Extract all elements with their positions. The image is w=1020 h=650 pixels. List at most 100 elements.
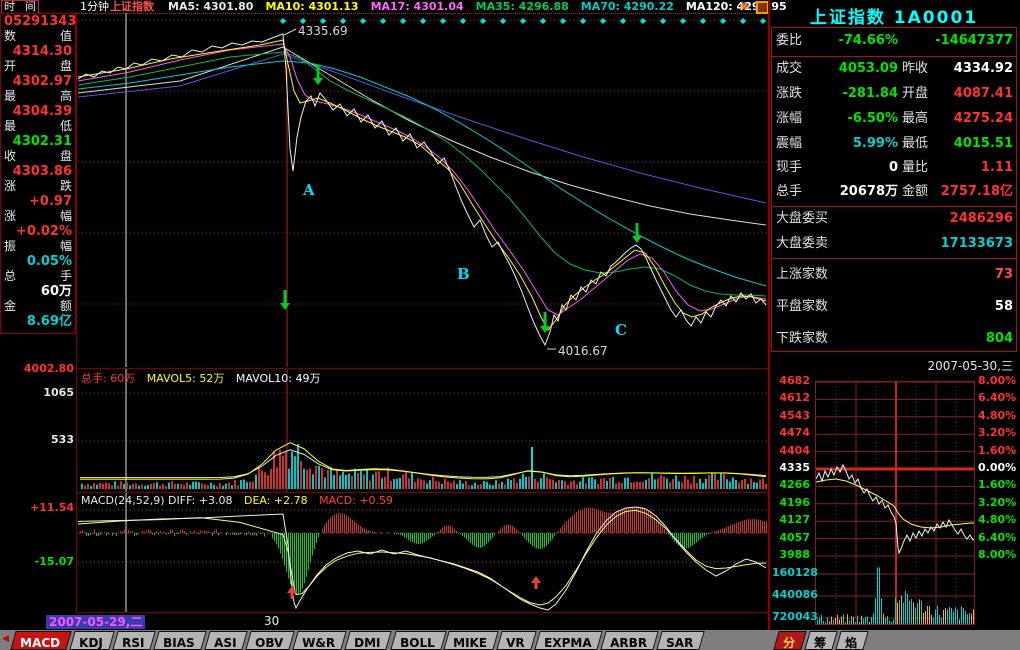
macd-pane[interactable]: MACD(24,52,9) DIFF: +3.08 DEA: +2.78 MAC…	[76, 492, 769, 613]
tab-label: 焰	[845, 635, 857, 650]
indicator-tab-boll[interactable]: BOLL	[390, 631, 446, 650]
indicator-tab-wr[interactable]: W&R	[292, 631, 346, 650]
board-order-value: 17133673	[860, 236, 1013, 252]
indicator-tabs: MACD KDJRSIBIAS ASI OBV W&R DMI BOLL MIKE VR EXPM…	[13, 631, 705, 650]
tab-label: MACD	[20, 635, 60, 650]
tab-label: VR	[506, 635, 525, 650]
count-value: 58	[860, 299, 1013, 315]
stat-value-2: 1.11	[913, 160, 1013, 176]
stat-value-2: 4275.24	[913, 111, 1013, 127]
mini-price-tick: 4474	[772, 426, 810, 439]
volume-pane[interactable]: 总手: 60万 MAVOL5: 52万 MAVOL10: 49万	[76, 368, 769, 493]
weicha-value: -14647377	[913, 33, 1013, 49]
xaxis-day-tick: 30	[264, 614, 279, 628]
count-label: 平盘家数	[776, 299, 828, 315]
sun-icon[interactable]: ✺	[740, 0, 749, 13]
mini-price-tick: 4335	[772, 461, 810, 474]
macd-scale-low: -15.07	[2, 555, 74, 568]
stat-value: 0	[800, 160, 898, 176]
view-tab-2[interactable]: 焰	[835, 631, 868, 650]
view-tab-1[interactable]: 筹	[804, 631, 837, 650]
mini-vol-tick: 440086	[772, 588, 810, 601]
mini-price-tick: 4404	[772, 444, 810, 457]
ma-value-4: MA70: 4290.22	[581, 0, 674, 13]
peak-price-label: 4335.69	[298, 24, 348, 38]
mini-pct-tick: 4.80%	[978, 409, 1018, 422]
indicator-tab-arbr[interactable]: ARBR	[600, 631, 658, 650]
stat-value-2: 4015.51	[913, 136, 1013, 152]
stat-value: 4053.09	[800, 61, 898, 77]
view-tabs: 分筹焰	[776, 631, 869, 650]
stat-value: 20678万	[800, 184, 898, 200]
stat-value: -6.50%	[800, 111, 898, 127]
count-label: 上涨家数	[776, 267, 828, 283]
indicator-tab-expma[interactable]: EXPMA	[534, 631, 603, 650]
intraday-chart-canvas[interactable]	[816, 382, 974, 624]
sidebar-value: 60万	[4, 284, 72, 299]
quote-row: 大盘委买2486296	[0, 211, 1020, 227]
indicator-tab-bias[interactable]: BIAS	[153, 631, 206, 650]
mini-pct-tick: 3.20%	[978, 496, 1018, 509]
tab-label: ASI	[214, 635, 236, 650]
view-tab-0[interactable]: 分	[773, 631, 806, 650]
indicator-tab-kdj[interactable]: KDJ	[69, 631, 114, 650]
stat-label: 涨跌	[776, 86, 802, 102]
mini-pct-tick: 0.00%	[978, 461, 1018, 474]
mini-pct-tick: 8.00%	[978, 374, 1018, 387]
indicator-tab-obv[interactable]: OBV	[245, 631, 295, 650]
quote-row: 平盘家数 58	[0, 299, 1020, 315]
vol-scale-top: 1065	[2, 386, 74, 399]
indicator-tab-macd[interactable]: MACD	[10, 631, 71, 650]
mini-pct-tick: 8.00%	[978, 548, 1018, 561]
quote-row: 涨跌-281.84开盘4087.41	[0, 86, 1020, 102]
period-selector[interactable]: 1分钟	[80, 0, 109, 13]
mini-price-tick: 4543	[772, 409, 810, 422]
mini-price-tick: 4682	[772, 374, 810, 387]
indicator-tab-asi[interactable]: ASI	[204, 631, 248, 650]
mini-price-tick: 4196	[772, 496, 810, 509]
macd-chart[interactable]	[77, 493, 768, 612]
volume-header: 总手: 60万 MAVOL5: 52万 MAVOL10: 49万	[81, 370, 328, 386]
tab-label: SAR	[666, 635, 693, 650]
quote-row: 大盘委卖17133673	[0, 236, 1020, 252]
weibi-label: 委比	[776, 33, 802, 49]
tab-scroll-left-icon[interactable]: ◀	[2, 634, 9, 644]
indicator-tab-sar[interactable]: SAR	[656, 631, 705, 650]
tab-label: OBV	[255, 635, 283, 650]
indicator-tab-dmi[interactable]: DMI	[344, 631, 392, 650]
ma-value-2: MA17: 4301.04	[371, 0, 464, 13]
mini-pct-tick: 6.40%	[978, 391, 1018, 404]
indicator-tab-vr[interactable]: VR	[496, 631, 536, 650]
macd-bar-value: MACD: +0.59	[319, 494, 393, 507]
stats-divider	[771, 258, 1017, 259]
count-value: 804	[860, 331, 1013, 347]
indicator-tab-rsi[interactable]: RSI	[112, 631, 156, 650]
mini-vol-tick: 160128	[772, 566, 810, 579]
top-bar: 1分钟 上证指数 MA5: 4301.80MA10: 4301.13MA17: …	[0, 0, 768, 13]
tab-label: EXPMA	[544, 635, 591, 650]
count-label: 下跌家数	[776, 331, 828, 347]
mini-pct-tick: 1.60%	[978, 444, 1018, 457]
stat-label: 涨幅	[776, 111, 802, 127]
stat-value-2: 2757.18亿	[913, 184, 1013, 200]
index-title: 上证指数 1A0001	[771, 3, 1017, 28]
macd-diff-value: MACD(24,52,9) DIFF: +3.08	[81, 494, 232, 507]
mini-pct-tick: 1.60%	[978, 478, 1018, 491]
tab-label: BOLL	[400, 635, 435, 650]
quote-row: 上涨家数73	[0, 267, 1020, 283]
ma-value-0: MA5: 4301.80	[168, 0, 253, 13]
quote-row: 涨幅-6.50%最高4275.24	[0, 111, 1020, 127]
tab-label: ARBR	[610, 635, 647, 650]
xaxis-date-label[interactable]: 2007-05-29,二	[46, 615, 145, 629]
intraday-mini-chart[interactable]	[815, 381, 975, 625]
stats-divider	[771, 56, 1017, 57]
indicator-tab-mike[interactable]: MIKE	[443, 631, 498, 650]
stat-value-2: 4334.92	[913, 61, 1013, 77]
volume-chart[interactable]	[77, 369, 768, 492]
quote-row: 委比-74.66%-14647377	[0, 33, 1020, 49]
main-scale-low: 4002.80	[2, 362, 74, 375]
macd-dea-value: DEA: +2.78	[244, 494, 308, 507]
quote-row: 下跌家数 804	[0, 331, 1020, 347]
stat-label: 震幅	[776, 136, 802, 152]
tab-label: W&R	[302, 635, 335, 650]
